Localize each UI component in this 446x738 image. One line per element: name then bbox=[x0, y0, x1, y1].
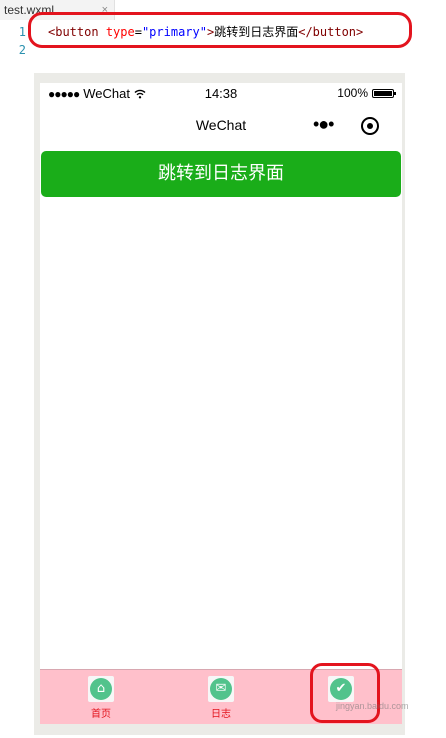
line-number-gutter: 1 2 bbox=[0, 23, 26, 59]
close-miniprogram-icon[interactable] bbox=[361, 117, 379, 135]
file-tab-label: test.wxml bbox=[4, 3, 55, 17]
tab-home[interactable]: ⌂ 首页 bbox=[71, 676, 131, 720]
nav-bar: WeChat •●• bbox=[40, 105, 402, 145]
editor-file-tab[interactable]: test.wxml × bbox=[0, 0, 115, 20]
nav-title: WeChat bbox=[195, 117, 247, 133]
code-open-tag: <button bbox=[48, 25, 99, 39]
tab-log-label: 日志 bbox=[211, 709, 231, 720]
tab-home-label: 首页 bbox=[91, 709, 111, 720]
code-equals: = bbox=[134, 25, 142, 39]
battery-percent: 100% bbox=[337, 86, 368, 100]
line-number: 1 bbox=[18, 25, 26, 39]
battery-icon bbox=[372, 88, 396, 98]
status-bar: ●●●●● WeChat 14:38 100% bbox=[40, 83, 402, 105]
tab-log[interactable]: ✉ 日志 bbox=[191, 676, 251, 720]
code-end-tag: </button> bbox=[298, 25, 364, 39]
code-attr-value: "primary" bbox=[141, 25, 207, 39]
phone-screen: ●●●●● WeChat 14:38 100% WeChat •●• 跳转到日志… bbox=[40, 83, 402, 724]
code-editor: test.wxml × 1 2 <button type="primary">跳… bbox=[0, 0, 446, 70]
status-right: 100% bbox=[337, 86, 396, 100]
mail-icon: ✉ bbox=[208, 676, 234, 702]
home-icon: ⌂ bbox=[88, 676, 114, 702]
code-line[interactable]: <button type="primary">跳转到日志界面</button> bbox=[48, 23, 363, 41]
mail-icon-glyph: ✉ bbox=[210, 678, 232, 700]
code-attr-name: type bbox=[105, 25, 135, 39]
close-tab-icon[interactable]: × bbox=[102, 0, 108, 20]
tab-third[interactable]: ✔ bbox=[311, 676, 371, 705]
code-button-text: 跳转到日志界面 bbox=[214, 25, 299, 39]
more-options-icon[interactable]: •●• bbox=[313, 115, 335, 133]
check-icon-glyph: ✔ bbox=[330, 678, 352, 700]
check-icon: ✔ bbox=[328, 676, 354, 702]
tab-bar: ⌂ 首页 ✉ 日志 ✔ bbox=[40, 669, 402, 724]
home-icon-glyph: ⌂ bbox=[90, 678, 112, 700]
line-number: 2 bbox=[18, 43, 26, 57]
navigate-to-log-button[interactable]: 跳转到日志界面 bbox=[41, 151, 401, 197]
